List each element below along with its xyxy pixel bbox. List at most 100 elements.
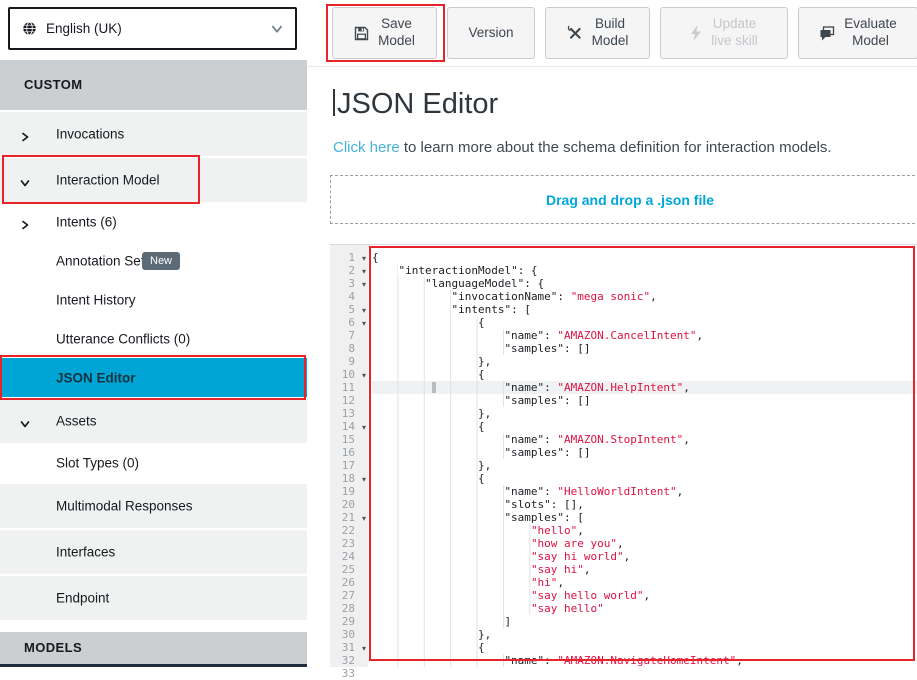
- fold-icon[interactable]: ▾: [362, 512, 366, 525]
- chevron-right-icon: [20, 129, 30, 139]
- string-token: "say hello world": [531, 589, 644, 602]
- sidebar-item-interaction-model[interactable]: Interaction Model: [0, 158, 307, 202]
- indent-guides: [372, 407, 478, 420]
- code-line[interactable]: },: [372, 407, 917, 420]
- code-line[interactable]: "name": "AMAZON.CancelIntent",: [372, 329, 917, 342]
- version-button[interactable]: Version: [447, 7, 535, 59]
- indent-guides: [372, 550, 531, 563]
- gutter-line-number: 15: [330, 433, 368, 446]
- sidebar-item-endpoint[interactable]: Endpoint: [0, 576, 307, 620]
- code-text: "name":: [504, 433, 557, 446]
- gutter-line-number: 6▾: [330, 316, 368, 329]
- string-token: "say hi world": [531, 550, 624, 563]
- code-line[interactable]: "say hi world",: [372, 550, 917, 563]
- code-line[interactable]: "invocationName": "mega sonic",: [372, 290, 917, 303]
- indent-guides: [372, 654, 504, 667]
- code-line[interactable]: "interactionModel": {: [372, 264, 917, 277]
- fold-icon[interactable]: ▾: [362, 369, 366, 382]
- code-line[interactable]: },: [372, 628, 917, 641]
- fold-icon[interactable]: ▾: [362, 473, 366, 486]
- fold-icon[interactable]: ▾: [362, 304, 366, 317]
- code-line[interactable]: {: [372, 316, 917, 329]
- string-token: "AMAZON.NavigateHomeIntent": [557, 654, 736, 667]
- code-line[interactable]: },: [372, 459, 917, 472]
- sidebar-item-invocations[interactable]: Invocations: [0, 112, 307, 156]
- schema-docs-link[interactable]: Click here: [333, 139, 400, 156]
- code-line[interactable]: "say hello": [372, 602, 917, 615]
- indent-guides: [372, 381, 504, 394]
- build-model-button[interactable]: BuildModel: [545, 7, 650, 59]
- string-token: "say hello": [531, 602, 604, 615]
- fold-icon[interactable]: ▾: [362, 421, 366, 434]
- sidebar-item-assets[interactable]: Assets: [0, 399, 307, 443]
- gutter-line-number: 7: [330, 329, 368, 342]
- json-code-editor[interactable]: 1▾2▾3▾45▾6▾78910▾11121314▾15161718▾19202…: [330, 244, 917, 667]
- code-line[interactable]: },: [372, 355, 917, 368]
- gutter-line-number: 18▾: [330, 472, 368, 485]
- code-text: "name":: [504, 381, 557, 394]
- language-dropdown[interactable]: English (UK): [8, 7, 297, 50]
- code-line[interactable]: "intents": [: [372, 303, 917, 316]
- code-line[interactable]: "name": "AMAZON.StopIntent",: [372, 433, 917, 446]
- sidebar-item-json-editor[interactable]: JSON Editor: [0, 358, 307, 397]
- indent-guides: [372, 394, 504, 407]
- code-line[interactable]: "say hello world",: [372, 589, 917, 602]
- code-line[interactable]: {: [372, 251, 917, 264]
- string-token: "HelloWorldIntent": [557, 485, 676, 498]
- code-line[interactable]: "name": "HelloWorldIntent",: [372, 485, 917, 498]
- fold-icon[interactable]: ▾: [362, 252, 366, 265]
- globe-icon: [22, 21, 37, 36]
- sidebar-item-utterance-conflicts[interactable]: Utterance Conflicts (0): [0, 319, 307, 358]
- sidebar-item-slot-types[interactable]: Slot Types (0): [0, 443, 307, 482]
- chevron-down-icon: [20, 175, 30, 185]
- code-line[interactable]: "say hi",: [372, 563, 917, 576]
- code-line[interactable]: "samples": []: [372, 342, 917, 355]
- evaluate-model-button[interactable]: EvaluateModel: [798, 7, 917, 59]
- fold-icon[interactable]: ▾: [362, 265, 366, 278]
- code-line[interactable]: {: [372, 368, 917, 381]
- code-text: ,: [677, 485, 684, 498]
- sidebar-item-interfaces[interactable]: Interfaces: [0, 530, 307, 574]
- code-line[interactable]: "samples": []: [372, 394, 917, 407]
- code-text: ,: [644, 589, 651, 602]
- sidebar-item-intents[interactable]: Intents (6): [0, 202, 307, 241]
- code-line[interactable]: "slots": [],: [372, 498, 917, 511]
- indent-guides: [372, 628, 478, 641]
- code-line[interactable]: {: [372, 420, 917, 433]
- fold-icon[interactable]: ▾: [362, 642, 366, 655]
- code-line[interactable]: "samples": [: [372, 511, 917, 524]
- gutter-line-number: 22: [330, 524, 368, 537]
- chevron-down-icon: [271, 23, 283, 35]
- code-line[interactable]: "hello",: [372, 524, 917, 537]
- fold-icon[interactable]: ▾: [362, 278, 366, 291]
- code-line[interactable]: "languageModel": {: [372, 277, 917, 290]
- json-dropzone[interactable]: Drag and drop a .json file: [330, 175, 917, 224]
- indent-guides: [372, 420, 478, 433]
- sidebar-item-annotation-sets[interactable]: Annotation SetsNew: [0, 241, 307, 280]
- string-token: "hi": [531, 576, 558, 589]
- gutter-line-number: 30: [330, 628, 368, 641]
- gutter-line-number: 13: [330, 407, 368, 420]
- sidebar-item-intent-history[interactable]: Intent History: [0, 280, 307, 319]
- indent-guides: [372, 563, 531, 576]
- sidebar-item-multimodal-responses[interactable]: Multimodal Responses: [0, 484, 307, 528]
- code-line[interactable]: {: [372, 641, 917, 654]
- string-token: "AMAZON.HelpIntent": [557, 381, 683, 394]
- code-line[interactable]: "samples": []: [372, 446, 917, 459]
- editor-code[interactable]: {"interactionModel": {"languageModel": {…: [368, 245, 917, 667]
- code-text: "samples": []: [504, 394, 590, 407]
- code-text: ,: [697, 329, 704, 342]
- code-line[interactable]: "how are you",: [372, 537, 917, 550]
- code-line[interactable]: "name": "AMAZON.HelpIntent",: [372, 381, 917, 394]
- save-model-button[interactable]: SaveModel: [332, 7, 437, 59]
- code-line[interactable]: "hi",: [372, 576, 917, 589]
- indent-guides: [372, 316, 478, 329]
- code-line[interactable]: ]: [372, 615, 917, 628]
- code-line[interactable]: {: [372, 472, 917, 485]
- indent-guides: [372, 537, 531, 550]
- code-line[interactable]: "name": "AMAZON.NavigateHomeIntent",: [372, 654, 917, 667]
- update-live-skill-button[interactable]: Updatelive skill: [660, 7, 788, 59]
- code-text: {: [478, 472, 485, 485]
- fold-icon[interactable]: ▾: [362, 317, 366, 330]
- indent-guides: [372, 602, 531, 615]
